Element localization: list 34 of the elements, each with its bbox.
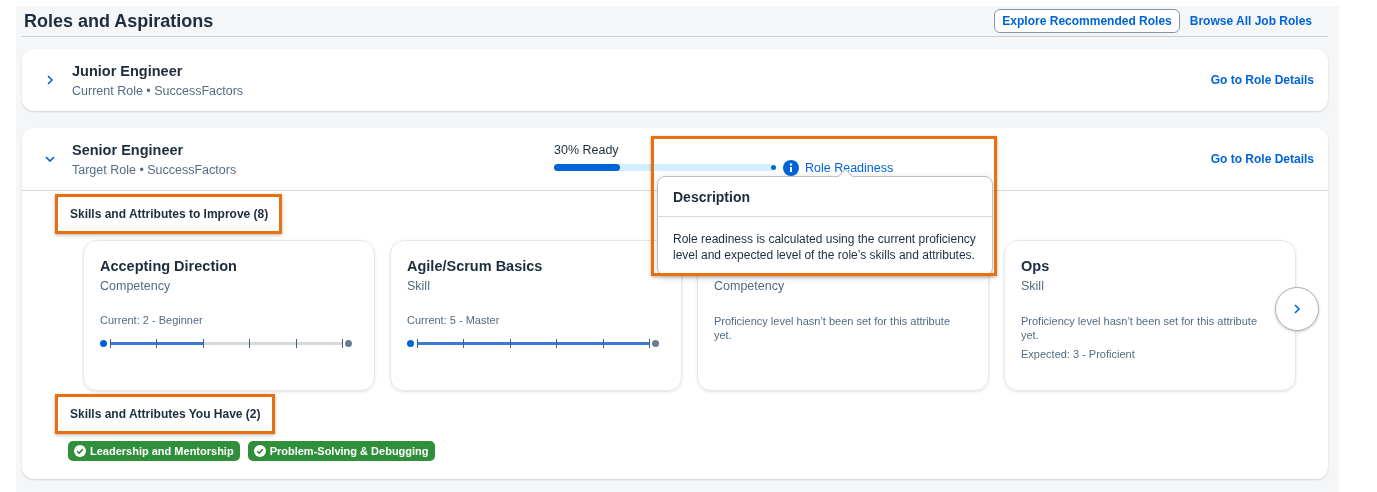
chevron-right-icon: [44, 74, 56, 86]
section-heading: Skills and Attributes to Improve (8): [55, 194, 283, 234]
role-readiness-link[interactable]: Role Readiness: [799, 160, 894, 175]
popover-text: Role readiness is calculated using the current proficiency level and expected level of the role’s skills and attributes.: [672, 231, 977, 264]
skill-title: Agile/Scrum Basics: [407, 258, 544, 276]
role-details-link[interactable]: Go to Role Details: [1210, 73, 1314, 87]
popover-title: Description: [658, 177, 992, 217]
skill-title: Accepting Direction: [100, 258, 238, 276]
role-subtitle: Current Role • SuccessFactors: [72, 83, 245, 98]
readiness-label: 30% Ready: [554, 142, 620, 157]
page-title: Roles and Aspirations: [23, 10, 214, 32]
chevron-down-icon: [44, 153, 56, 165]
tag-label: Problem-Solving & Debugging: [269, 445, 429, 457]
check-circle-icon: [74, 445, 86, 457]
current-level: Current: 5 - Master: [407, 314, 501, 326]
role-subtitle: Target Role • SuccessFactors: [72, 162, 238, 177]
section-heading: Skills and Attributes You Have (2): [55, 394, 275, 434]
tag-label: Leadership and Mentorship: [90, 445, 234, 457]
proficiency-note: Proficiency level hasn’t been set for this attribute yet.: [1021, 314, 1258, 342]
skill-title: Ops: [1021, 258, 1051, 276]
skill-type: Skill: [1021, 279, 1045, 293]
skill-type: Competency: [100, 279, 172, 293]
skill-type: Competency: [714, 279, 786, 293]
proficiency-note: Proficiency level hasn’t been set for this attribute yet.: [714, 314, 951, 342]
expected-level: Expected: 3 - Proficient: [1021, 348, 1136, 360]
check-circle-icon: [253, 445, 266, 457]
role-details-link[interactable]: Go to Role Details: [1210, 152, 1314, 166]
chevron-right-icon: [1291, 303, 1303, 315]
skill-type: Skill: [407, 279, 431, 293]
current-level: Current: 2 - Beginner: [100, 314, 204, 326]
role-title: Senior Engineer: [72, 141, 185, 158]
explore-button[interactable]: Explore Recommended Roles: [994, 9, 1180, 33]
role-title: Junior Engineer: [72, 62, 184, 79]
browse-link[interactable]: Browse All Job Roles: [1187, 10, 1314, 32]
